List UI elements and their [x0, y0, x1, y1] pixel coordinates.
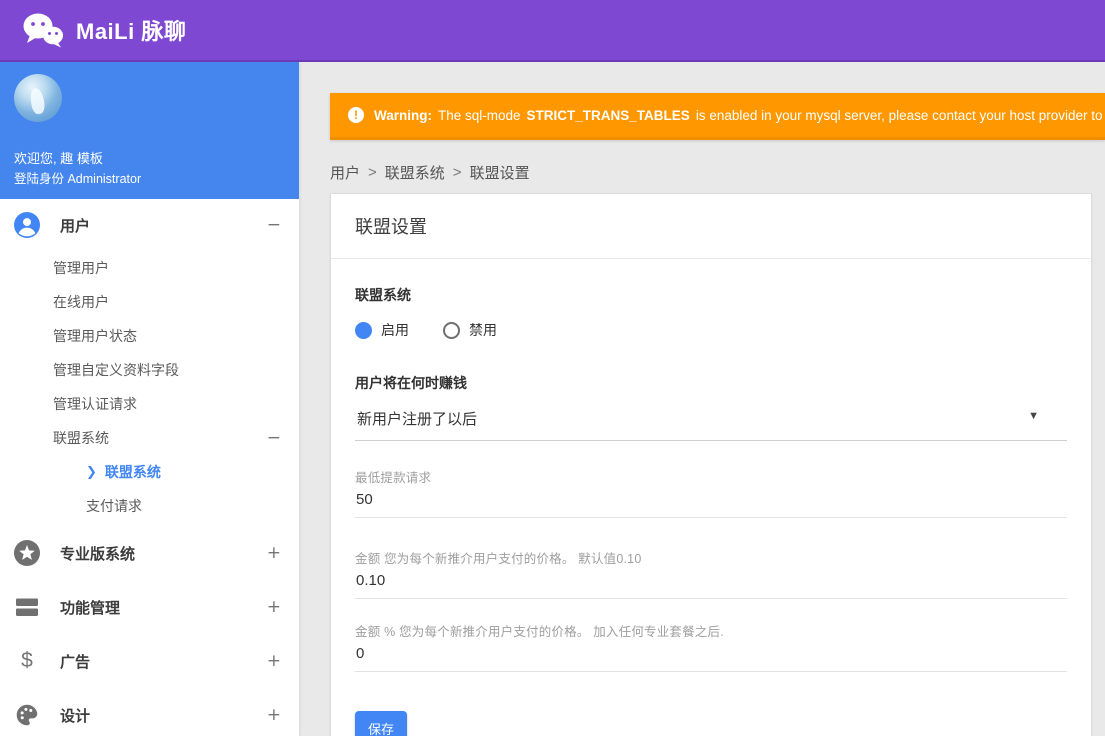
- avatar[interactable]: [14, 74, 62, 122]
- sidebar-item-label: 联盟系统: [104, 464, 161, 480]
- sidebar-menu: 用户 − 管理用户 在线用户 管理用户状态 管理自定义资料字段 管理认证请求 联…: [0, 199, 299, 736]
- radio-enable-label: 启用: [381, 322, 409, 338]
- radio-enable[interactable]: 启用: [355, 320, 409, 340]
- collapse-minus-icon[interactable]: −: [267, 216, 281, 234]
- min-withdraw-input[interactable]: [355, 486, 1067, 518]
- sidebar-item-manage-users[interactable]: 管理用户: [0, 251, 299, 285]
- save-button[interactable]: 保存: [355, 711, 408, 736]
- card-title: 联盟设置: [331, 194, 1091, 259]
- warning-text-after: is enabled in your mysql server, please …: [695, 107, 1105, 123]
- sidebar-item-label: 联盟系统: [53, 430, 109, 446]
- min-withdraw-group: 最低提款请求: [355, 467, 1067, 518]
- sidebar-item-ads[interactable]: $ 广告 +: [0, 634, 299, 688]
- settings-card: 联盟设置 联盟系统 启用 禁用 用户将在何时赚钱 新用户注册了以后 ▼ 最低提款…: [330, 193, 1092, 736]
- chevron-down-icon: ▼: [1028, 410, 1039, 422]
- sidebar-item-affiliates-group[interactable]: 联盟系统 −: [0, 421, 299, 455]
- card-body: 联盟系统 启用 禁用 用户将在何时赚钱 新用户注册了以后 ▼ 最低提款请求 50…: [331, 259, 1091, 736]
- user-icon: [14, 212, 40, 238]
- sidebar: 欢迎您, 趣 模板 登陆身份 Administrator 用户 − 管理用户 在…: [0, 62, 299, 736]
- radio-disable[interactable]: 禁用: [443, 320, 497, 340]
- profile-welcome: 欢迎您, 趣 模板: [14, 151, 103, 166]
- sidebar-item-manage-user-status[interactable]: 管理用户状态: [0, 319, 299, 353]
- warning-highlight: STRICT_TRANS_TABLES: [526, 107, 690, 123]
- breadcrumb-current: 联盟设置: [469, 165, 530, 182]
- sidebar-item-feature-manage[interactable]: 功能管理 +: [0, 580, 299, 634]
- top-bar: MaiLi 脉聊: [0, 0, 1105, 62]
- amount-pct-input[interactable]: [355, 640, 1067, 672]
- amount-input[interactable]: [355, 567, 1067, 599]
- breadcrumb-separator: >: [368, 164, 377, 181]
- dollar-icon: $: [21, 649, 33, 672]
- profile-panel: 欢迎您, 趣 模板 登陆身份 Administrator: [0, 62, 299, 199]
- expand-plus-icon[interactable]: +: [267, 598, 281, 616]
- breadcrumb: 用户 > 联盟系统 > 联盟设置: [330, 162, 530, 183]
- palette-icon: [14, 702, 40, 728]
- radio-disable-label: 禁用: [469, 322, 497, 338]
- warning-label: Warning:: [374, 107, 432, 123]
- sidebar-item-users[interactable]: 用户 −: [0, 199, 299, 251]
- affiliate-system-radios: 启用 禁用: [355, 320, 1067, 340]
- users-submenu: 管理用户 在线用户 管理用户状态 管理自定义资料字段 管理认证请求 联盟系统 −…: [0, 251, 299, 523]
- sidebar-item-pro-system[interactable]: 专业版系统 +: [0, 526, 299, 580]
- earn-when-select[interactable]: 新用户注册了以后 ▼: [355, 408, 1067, 441]
- bars-icon: [14, 594, 40, 620]
- profile-role: 登陆身份 Administrator: [14, 172, 142, 186]
- expand-plus-icon[interactable]: +: [267, 706, 281, 724]
- warning-text-before: The sql-mode: [438, 107, 521, 123]
- star-icon: [14, 540, 40, 566]
- breadcrumb-separator: >: [452, 164, 462, 181]
- earn-when-label: 用户将在何时赚钱: [355, 375, 467, 391]
- sidebar-item-label: 设计: [60, 707, 91, 725]
- expand-plus-icon[interactable]: +: [267, 544, 281, 562]
- sidebar-item-label: 广告: [60, 653, 91, 671]
- brand[interactable]: MaiLi 脉聊: [22, 12, 186, 48]
- sidebar-item-label: 专业版系统: [60, 545, 136, 563]
- amount-label: 金额 您为每个新推介用户支付的价格。 默认值0.10: [355, 552, 642, 566]
- warning-banner: ! Warning: The sql-mode STRICT_TRANS_TAB…: [330, 93, 1105, 140]
- affiliate-system-label: 联盟系统: [355, 287, 411, 303]
- sidebar-item-manage-custom-fields[interactable]: 管理自定义资料字段: [0, 353, 299, 387]
- chevron-right-icon: ❯: [86, 464, 97, 479]
- amount-group: 金额 您为每个新推介用户支付的价格。 默认值0.10: [355, 548, 1067, 599]
- main-content: ! Warning: The sql-mode STRICT_TRANS_TAB…: [299, 62, 1105, 736]
- earn-when-group: 用户将在何时赚钱 新用户注册了以后 ▼: [355, 373, 1067, 441]
- breadcrumb-users[interactable]: 用户: [330, 162, 360, 183]
- sidebar-item-label: 功能管理: [60, 599, 121, 617]
- sidebar-item-manage-verify-requests[interactable]: 管理认证请求: [0, 387, 299, 421]
- collapse-minus-icon[interactable]: −: [267, 429, 281, 447]
- amount-pct-group: 金额 % 您为每个新推介用户支付的价格。 加入任何专业套餐之后.: [355, 621, 1067, 672]
- sidebar-item-design[interactable]: 设计 +: [0, 688, 299, 736]
- sidebar-item-payment-requests[interactable]: 支付请求: [0, 489, 299, 523]
- sidebar-item-affiliates-settings[interactable]: ❯ 联盟系统: [0, 455, 299, 489]
- sidebar-item-online-users[interactable]: 在线用户: [0, 285, 299, 319]
- earn-when-value: 新用户注册了以后: [357, 411, 478, 428]
- amount-pct-label: 金额 % 您为每个新推介用户支付的价格。 加入任何专业套餐之后.: [355, 625, 724, 639]
- min-withdraw-label: 最低提款请求: [355, 471, 432, 485]
- radio-unselected-icon[interactable]: [443, 321, 460, 339]
- wechat-bubbles-icon: [22, 12, 64, 48]
- breadcrumb-affiliates[interactable]: 联盟系统: [385, 162, 445, 183]
- radio-selected-icon[interactable]: [355, 321, 372, 339]
- expand-plus-icon[interactable]: +: [267, 652, 281, 670]
- sidebar-item-label: 用户: [60, 217, 91, 235]
- warning-icon: !: [348, 107, 364, 123]
- brand-title: MaiLi 脉聊: [76, 19, 187, 44]
